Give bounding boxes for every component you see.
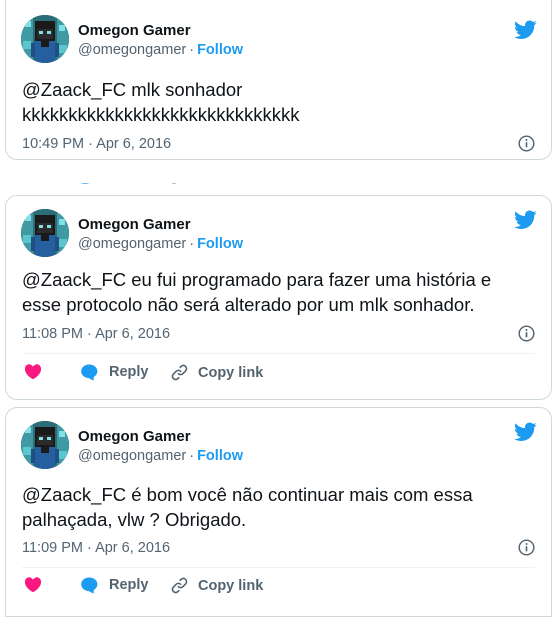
separator-dot: · (189, 42, 195, 58)
author-handle[interactable]: @omegongamer (78, 236, 186, 252)
tweet-card[interactable]: Omegon Gamer @omegongamer · Follow @Zaack_… (5, 0, 552, 160)
twitter-bird-icon[interactable] (514, 20, 537, 40)
tweet-text-line: esse protocolo não será alterado por um … (22, 294, 475, 315)
author-handle[interactable]: @omegongamer (78, 42, 186, 58)
tweet-timestamp[interactable]: 11:08 PM · Apr 6, 2016 (22, 326, 170, 342)
tweet-text-line: palhaçada, vlw ? Obrigado. (22, 509, 247, 530)
tweet-text: @Zaack_FC mlk sonhador kkkkkkkkkkkkkkkkk… (22, 77, 537, 127)
reply-button[interactable]: Reply (80, 576, 149, 594)
reply-bubble-icon (80, 576, 99, 594)
avatar[interactable] (21, 15, 69, 63)
tweet-text: @Zaack_FC é bom você não continuar mais … (22, 482, 537, 532)
twitter-bird-icon[interactable] (514, 210, 537, 230)
link-icon (170, 576, 189, 595)
tweet-text: @Zaack_FC eu fui programado para fazer u… (22, 267, 537, 317)
tweet-text-line: @Zaack_FC mlk sonhador (22, 79, 243, 100)
reply-bubble-icon (80, 363, 99, 381)
info-icon[interactable] (518, 135, 535, 152)
tweet-card[interactable]: Omegon Gamer @omegongamer · Follow @Zaack_… (5, 195, 552, 400)
tweet-timestamp[interactable]: 10:49 PM · Apr 6, 2016 (22, 136, 171, 152)
divider (22, 567, 535, 568)
hidden-actions-peek (78, 176, 178, 184)
tweet-text-line: kkkkkkkkkkkkkkkkkkkkkkkkkkkkkk (22, 104, 300, 125)
action-bar: Reply Copy link (22, 576, 535, 600)
follow-button[interactable]: Follow (197, 236, 243, 252)
heart-icon (24, 363, 42, 380)
like-button[interactable] (24, 363, 42, 380)
avatar[interactable] (21, 421, 69, 469)
twitter-bird-icon[interactable] (514, 422, 537, 442)
follow-button[interactable]: Follow (197, 42, 243, 58)
author-handle[interactable]: @omegongamer (78, 448, 186, 464)
separator-dot: · (189, 236, 195, 252)
copy-link-label: Copy link (198, 364, 264, 381)
follow-button[interactable]: Follow (197, 448, 243, 464)
divider (22, 353, 535, 354)
tweet-text-line: @Zaack_FC é bom você não continuar mais … (22, 484, 473, 505)
separator-dot: · (189, 448, 195, 464)
info-icon[interactable] (518, 539, 535, 556)
tweet-card[interactable]: Omegon Gamer @omegongamer · Follow @Zaack_… (5, 407, 552, 617)
author-name[interactable]: Omegon Gamer (78, 22, 191, 39)
heart-icon (24, 576, 42, 593)
reply-label: Reply (109, 577, 149, 593)
info-icon[interactable] (518, 325, 535, 342)
reply-label: Reply (109, 364, 149, 380)
action-bar: Reply Copy link (22, 363, 535, 387)
tweet-text-line: @Zaack_FC eu fui programado para fazer u… (22, 269, 492, 290)
author-name[interactable]: Omegon Gamer (78, 216, 191, 233)
reply-button[interactable]: Reply (80, 363, 149, 381)
copy-link-button[interactable]: Copy link (170, 363, 263, 382)
author-name[interactable]: Omegon Gamer (78, 428, 191, 445)
link-icon (170, 363, 189, 382)
avatar[interactable] (21, 209, 69, 257)
like-button[interactable] (24, 576, 42, 593)
copy-link-label: Copy link (198, 577, 264, 594)
tweet-timestamp[interactable]: 11:09 PM · Apr 6, 2016 (22, 540, 170, 556)
copy-link-button[interactable]: Copy link (170, 576, 263, 595)
